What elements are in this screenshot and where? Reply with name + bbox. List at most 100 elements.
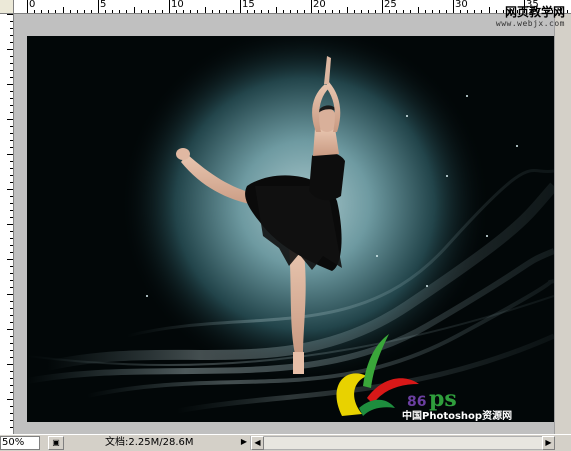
ruler-minor-tick — [467, 10, 469, 13]
ruler-label: 10 — [171, 0, 184, 10]
document-canvas-area[interactable]: 86 ps 中国Photoshop资源网 — [14, 14, 571, 434]
ruler-tick — [10, 63, 13, 64]
ruler-tick — [7, 119, 13, 120]
ruler-tick — [7, 14, 13, 15]
ruler-minor-tick — [133, 7, 135, 13]
ruler-tick — [10, 105, 13, 106]
ruler-minor-tick — [197, 10, 199, 13]
ruler-minor-tick — [140, 10, 142, 13]
ruler-tick — [10, 322, 13, 323]
ruler-minor-tick — [389, 10, 391, 13]
ruler-minor-tick — [126, 10, 128, 13]
ruler-tick — [10, 427, 13, 428]
zoom-field[interactable]: 50% — [0, 436, 40, 450]
ruler-minor-tick — [147, 10, 149, 13]
ruler-minor-tick — [339, 10, 341, 13]
ruler-tick — [10, 266, 13, 267]
ruler-minor-tick — [76, 10, 78, 13]
status-bar: 50% ▣ 文档:2.25M/28.6M ▶ ◀ ▶ — [0, 434, 571, 451]
ruler-tick — [10, 287, 13, 288]
ruler-tick — [7, 259, 13, 260]
ruler-tick — [10, 336, 13, 337]
ruler-tick — [10, 406, 13, 407]
horizontal-ruler[interactable]: 0 5 10 15 20 25 30 35 — [14, 0, 571, 14]
vertical-ruler[interactable] — [0, 14, 14, 434]
ruler-major-tick — [311, 0, 312, 13]
ruler-minor-tick — [112, 10, 114, 13]
right-panel-edge — [554, 14, 571, 434]
ruler-minor-tick — [403, 10, 405, 13]
ruler-minor-tick — [48, 10, 50, 13]
ruler-tick — [10, 140, 13, 141]
ruler-minor-tick — [318, 10, 320, 13]
ruler-major-tick — [382, 0, 383, 13]
ruler-tick — [7, 154, 13, 155]
watermark-title: 网页教学网 — [504, 5, 565, 19]
ruler-tick — [10, 357, 13, 358]
ruler-origin-corner[interactable] — [0, 0, 14, 14]
ruler-minor-tick — [325, 10, 327, 13]
ruler-minor-tick — [367, 10, 369, 13]
ruler-minor-tick — [353, 10, 355, 13]
ballet-dancer-image: 86 ps 中国Photoshop资源网 — [27, 36, 554, 422]
ruler-tick — [7, 189, 13, 190]
arrow-right-icon[interactable]: ▶ — [542, 436, 555, 450]
ruler-minor-tick — [90, 10, 92, 13]
ruler-minor-tick — [282, 10, 284, 13]
ruler-minor-tick — [431, 10, 433, 13]
ruler-tick — [10, 35, 13, 36]
ruler-minor-tick — [83, 10, 85, 13]
ruler-tick — [10, 308, 13, 309]
ruler-minor-tick — [119, 10, 121, 13]
horizontal-scrollbar[interactable]: ◀ ▶ — [250, 436, 555, 450]
ruler-tick — [10, 315, 13, 316]
ruler-label: 20 — [313, 0, 326, 10]
ruler-minor-tick — [55, 10, 57, 13]
ruler-minor-tick — [488, 7, 490, 13]
ruler-tick — [10, 168, 13, 169]
site-watermark: 网页教学网 www.webjx.com — [496, 5, 565, 28]
ruler-minor-tick — [346, 7, 348, 13]
ruler-minor-tick — [161, 10, 163, 13]
ruler-minor-tick — [417, 7, 419, 13]
ruler-tick — [10, 196, 13, 197]
ruler-tick — [10, 231, 13, 232]
ruler-minor-tick — [69, 10, 71, 13]
ruler-minor-tick — [438, 10, 440, 13]
arrow-left-icon[interactable]: ◀ — [251, 436, 264, 450]
logo-caption: 中国Photoshop资源网 — [402, 411, 513, 422]
ruler-tick — [10, 147, 13, 148]
ruler-minor-tick — [41, 10, 43, 13]
ruler-tick — [10, 42, 13, 43]
ruler-tick — [10, 420, 13, 421]
ruler-major-tick — [98, 0, 99, 13]
ruler-tick — [10, 350, 13, 351]
ruler-tick — [10, 273, 13, 274]
ruler-minor-tick — [474, 10, 476, 13]
ruler-tick — [7, 399, 13, 400]
ruler-tick — [10, 91, 13, 92]
ruler-minor-tick — [460, 10, 462, 13]
watermark-url: www.webjx.com — [495, 19, 565, 28]
document-preview-icon[interactable]: ▣ — [48, 436, 64, 450]
ruler-minor-tick — [481, 10, 483, 13]
ruler-minor-tick — [296, 10, 298, 13]
ruler-tick — [10, 175, 13, 176]
ruler-minor-tick — [396, 10, 398, 13]
ruler-minor-tick — [190, 10, 192, 13]
ruler-tick — [10, 77, 13, 78]
ruler-tick — [10, 70, 13, 71]
ruler-minor-tick — [445, 10, 447, 13]
ruler-tick — [10, 126, 13, 127]
ruler-minor-tick — [232, 10, 234, 13]
ruler-minor-tick — [268, 10, 270, 13]
ruler-minor-tick — [34, 10, 36, 13]
ruler-minor-tick — [424, 10, 426, 13]
ruler-label: 25 — [384, 0, 397, 10]
ruler-minor-tick — [176, 10, 178, 13]
ruler-tick — [10, 245, 13, 246]
ruler-tick — [7, 294, 13, 295]
ruler-tick — [10, 133, 13, 134]
ruler-tick — [10, 28, 13, 29]
ruler-tick — [10, 301, 13, 302]
